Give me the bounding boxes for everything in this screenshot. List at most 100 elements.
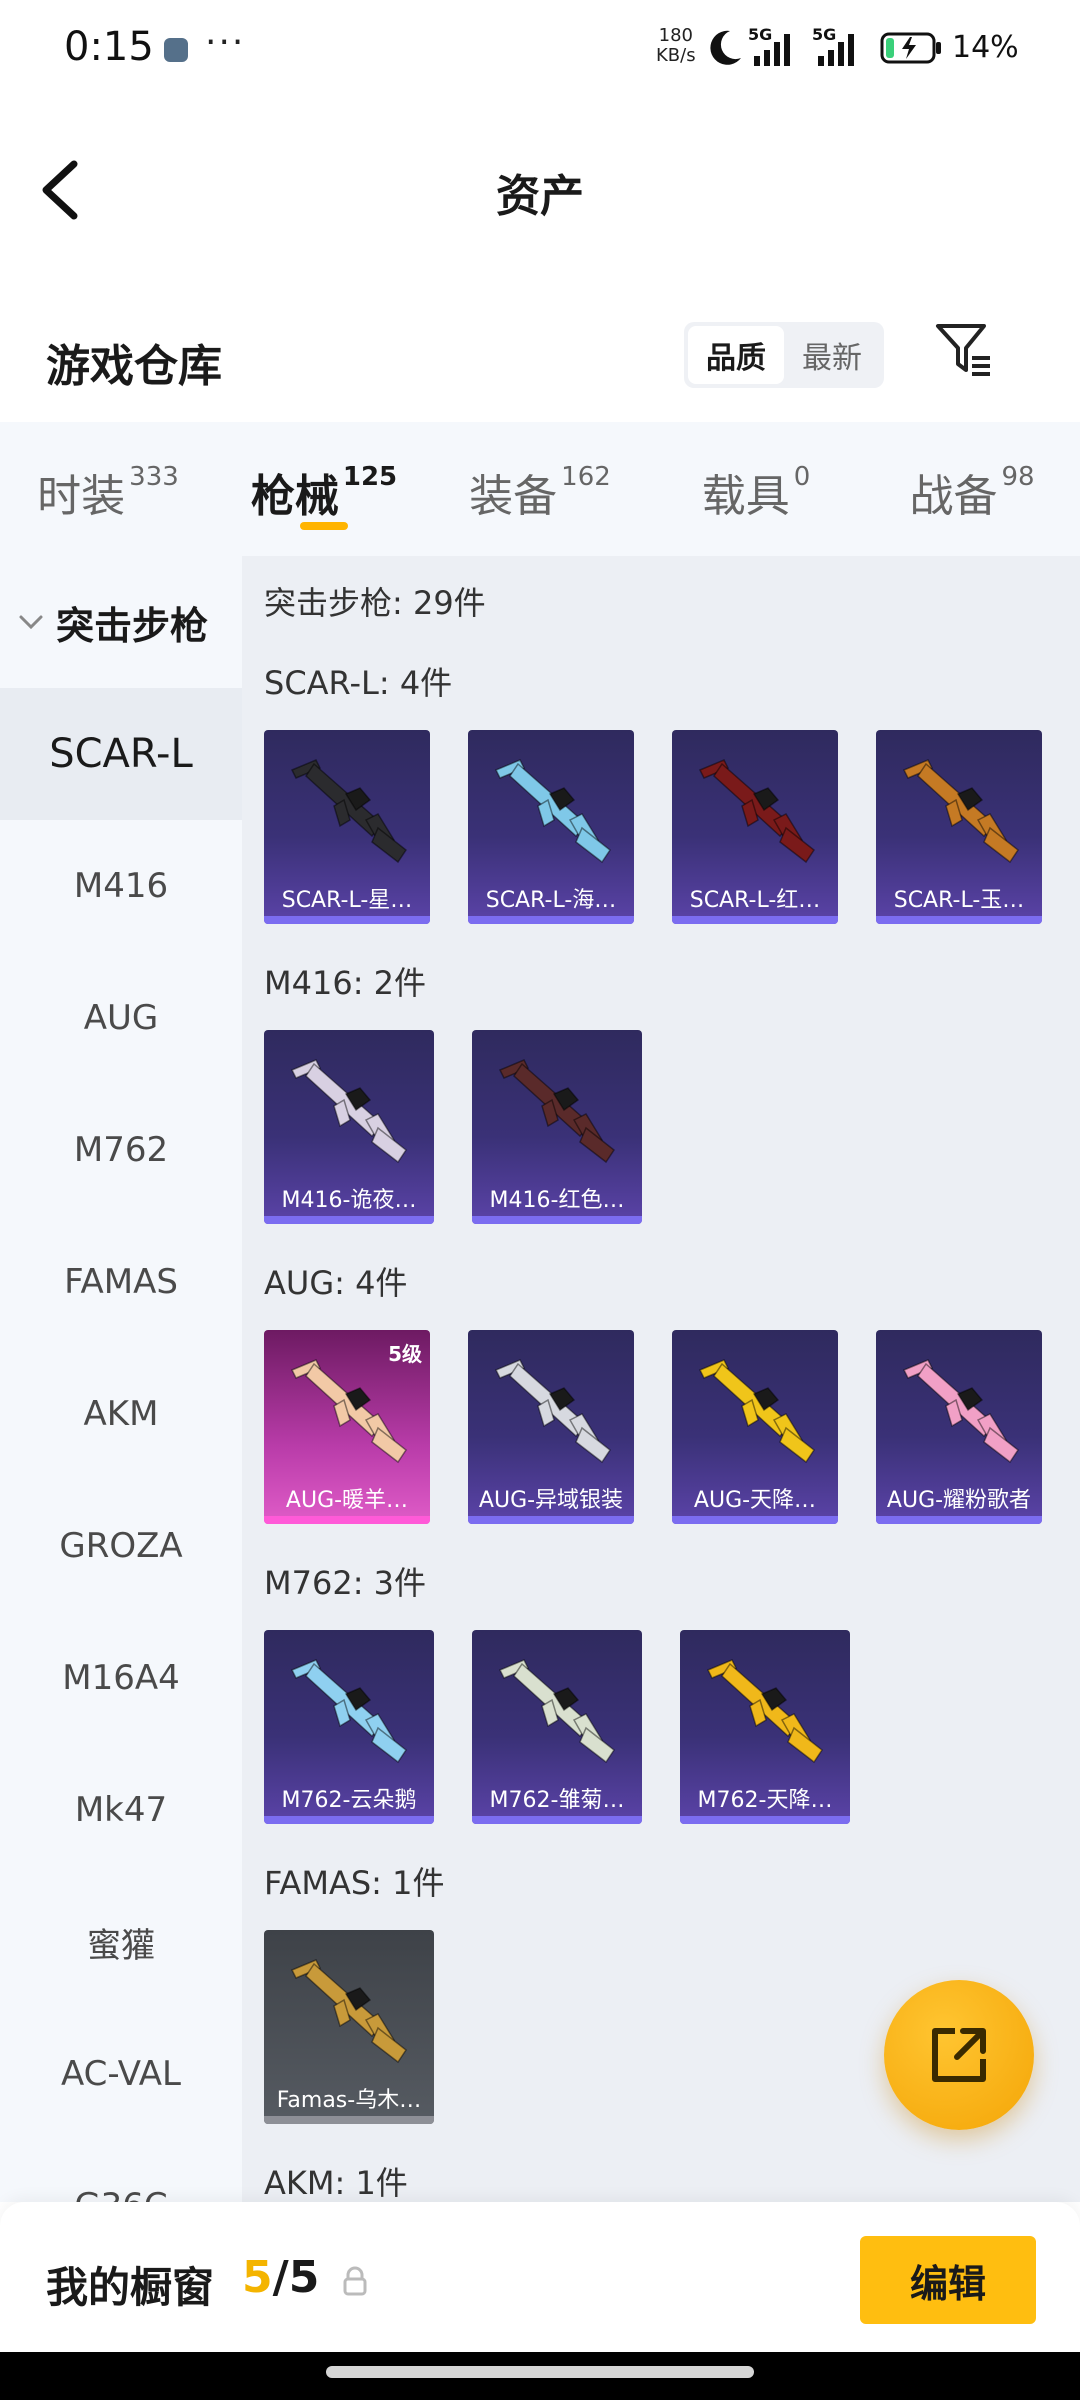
sidebar-item-m762[interactable]: M762: [0, 1084, 242, 1216]
more-notifications-icon: ···: [205, 22, 246, 63]
net-speed: 180 KB/s: [656, 26, 696, 66]
home-indicator[interactable]: [326, 2366, 754, 2378]
skin-name: AUG-耀粉歌者: [886, 1488, 1032, 1513]
signal-icon: 5G: [748, 25, 790, 66]
category-tabs: 时装 333 枪械 125 装备 162 载具 0 战备 98: [0, 422, 1080, 556]
tab-label: 装备: [469, 471, 558, 522]
skin-card[interactable]: M762-天降…: [680, 1630, 850, 1824]
sort-option-quality[interactable]: 品质: [688, 326, 784, 384]
page-title: 资产: [496, 171, 584, 222]
lock-icon: [343, 2266, 367, 2296]
group-title-aug: AUG: 4件: [264, 1264, 408, 1302]
skin-card[interactable]: M762-云朵鹅: [264, 1630, 434, 1824]
showcase-count: 5/5: [242, 2252, 319, 2303]
sidebar-item-m16a4[interactable]: M16A4: [0, 1612, 242, 1744]
sidebar-item-famas[interactable]: FAMAS: [0, 1216, 242, 1348]
skin-name: SCAR-L-玉…: [893, 888, 1025, 913]
rifle-image: [498, 1059, 616, 1164]
skin-card[interactable]: SCAR-L-玉…: [876, 730, 1042, 924]
chevron-down-icon: [19, 615, 43, 630]
category-total: 突击步枪: 29件: [264, 584, 486, 622]
skin-card[interactable]: SCAR-L-红…: [672, 730, 838, 924]
showcase-count-current: 5: [242, 2252, 273, 2303]
skin-card[interactable]: AUG-天降…: [672, 1330, 838, 1524]
tab-equipment[interactable]: 装备 162: [432, 422, 648, 556]
signal-5g-1: 5G: [748, 25, 806, 74]
skin-card[interactable]: AUG-异域银装: [468, 1330, 634, 1524]
rifle-image: [498, 1659, 616, 1764]
signal-5g-2: 5G: [812, 25, 870, 74]
sidebar-item-ac-val[interactable]: AC-VAL: [0, 2008, 242, 2140]
skin-name: M762-天降…: [697, 1788, 833, 1813]
skin-name: M416-红色…: [489, 1188, 625, 1213]
sidebar-group-assault-rifle[interactable]: 突击步枪: [0, 556, 242, 688]
tab-count: 125: [342, 462, 398, 492]
tab-fashion[interactable]: 时装 333: [0, 422, 216, 556]
signal-icon: 5G: [812, 25, 854, 66]
sidebar-item-honey-badger[interactable]: 蜜獾: [0, 1876, 242, 2008]
rifle-image: [290, 1359, 408, 1464]
sidebar-item-m416[interactable]: M416: [0, 820, 242, 952]
group-title-m416: M416: 2件: [264, 964, 427, 1002]
active-tab-indicator: [300, 522, 348, 530]
sidebar-item-g36c[interactable]: G36C: [0, 2140, 242, 2202]
skin-card[interactable]: M416-红色…: [472, 1030, 642, 1224]
tab-count: 162: [561, 462, 611, 492]
rifle-image: [290, 1059, 408, 1164]
skin-card[interactable]: AUG-耀粉歌者: [876, 1330, 1042, 1524]
weapon-grid-panel: 突击步枪: 29件 SCAR-L: 4件 SCAR-L-星… SCAR-L-海……: [242, 556, 1080, 2202]
share-button[interactable]: [884, 1980, 1034, 2130]
rifle-image: [494, 759, 612, 864]
sidebar-item-akm[interactable]: AKM: [0, 1348, 242, 1480]
group-title-scar-l: SCAR-L: 4件: [264, 664, 453, 702]
tab-vehicles[interactable]: 载具 0: [648, 422, 864, 556]
tab-label: 战备: [909, 471, 998, 522]
moon-icon: [710, 30, 741, 65]
sort-segmented-control: 品质 最新: [684, 322, 884, 388]
rifle-image: [902, 759, 1020, 864]
group-title-famas: FAMAS: 1件: [264, 1864, 445, 1902]
tab-battle-supplies[interactable]: 战备 98: [864, 422, 1080, 556]
showcase-count-total: 5: [288, 2252, 320, 2303]
rifle-image: [698, 1359, 816, 1464]
skin-card[interactable]: M762-雏菊…: [472, 1630, 642, 1824]
sidebar-item-groza[interactable]: GROZA: [0, 1480, 242, 1612]
tab-count: 98: [1001, 462, 1035, 492]
skin-card[interactable]: 5级 AUG-暖羊…: [264, 1330, 430, 1524]
section-title: 游戏仓库: [46, 341, 222, 392]
filter-icon[interactable]: [934, 320, 996, 382]
skin-name: AUG-天降…: [693, 1488, 817, 1513]
battery-level: 14%: [952, 30, 1019, 65]
net-speed-unit: KB/s: [656, 45, 696, 66]
rifle-image: [290, 1959, 408, 2064]
sort-option-newest[interactable]: 最新: [784, 326, 880, 384]
rifle-image: [290, 1659, 408, 1764]
net-speed-value: 180: [658, 25, 693, 46]
skin-card[interactable]: SCAR-L-海…: [468, 730, 634, 924]
sidebar-group-label: 突击步枪: [56, 603, 209, 648]
sidebar-item-scar-l[interactable]: SCAR-L: [0, 688, 242, 820]
showcase-count-separator: /: [272, 2252, 289, 2303]
edit-button[interactable]: 编辑: [860, 2236, 1036, 2324]
card-row-scar-l: SCAR-L-星… SCAR-L-海… SCAR-L-红… SCAR-L-玉…: [264, 730, 1080, 924]
skin-name: M762-雏菊…: [489, 1788, 625, 1813]
sidebar-item-mk47[interactable]: Mk47: [0, 1744, 242, 1876]
skin-name: M762-云朵鹅: [281, 1788, 417, 1813]
group-title-akm: AKM: 1件: [264, 2164, 408, 2202]
group-title-m762: M762: 3件: [264, 1564, 427, 1602]
skin-card[interactable]: Famas-乌木…: [264, 1930, 434, 2124]
skin-name: SCAR-L-海…: [485, 888, 617, 913]
skin-card[interactable]: SCAR-L-星…: [264, 730, 430, 924]
showcase-bar: 我的橱窗 5/5 编辑: [0, 2202, 1080, 2352]
signal-label: 5G: [748, 26, 772, 44]
app-root: 0:15 ··· 180 KB/s 5G 5G 14% 资产 游戏仓库 品质 最…: [0, 0, 1080, 2400]
sidebar-item-aug[interactable]: AUG: [0, 952, 242, 1084]
share-icon: [932, 2028, 986, 2082]
rifle-image: [494, 1359, 612, 1464]
tab-guns[interactable]: 枪械 125: [216, 422, 432, 556]
skin-name: SCAR-L-星…: [281, 888, 413, 913]
skin-name: M416-诡夜…: [281, 1188, 417, 1213]
skin-card[interactable]: M416-诡夜…: [264, 1030, 434, 1224]
tab-count: 0: [793, 462, 811, 492]
signal-label: 5G: [812, 26, 836, 44]
